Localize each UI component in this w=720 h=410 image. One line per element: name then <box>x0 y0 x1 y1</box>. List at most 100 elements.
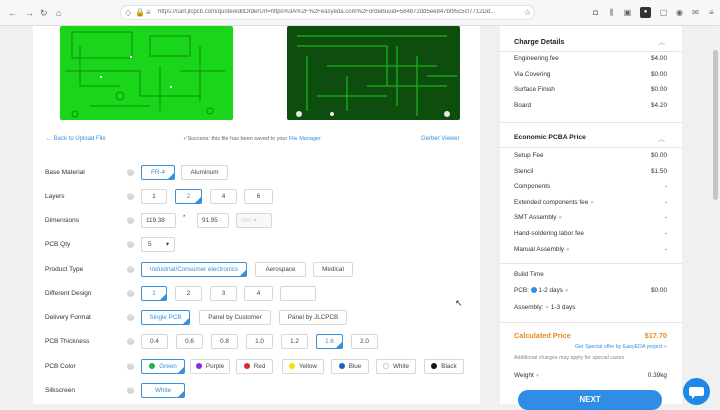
special-offer-link[interactable]: Get Special offer by EasyEDA project » <box>514 344 667 350</box>
help-icon[interactable]: ? <box>127 193 134 200</box>
charge-details-title[interactable]: Charge Details <box>514 37 564 46</box>
shield-icon[interactable]: ◇ <box>125 8 131 17</box>
help-icon[interactable]: ● <box>565 287 569 294</box>
product-type-medical[interactable]: Medical <box>313 262 353 277</box>
help-icon[interactable]: ? <box>127 387 134 394</box>
help-icon[interactable]: ● <box>566 246 570 253</box>
color-black[interactable]: Black <box>424 359 464 374</box>
thickness-1-2[interactable]: 1.2 <box>281 334 308 349</box>
help-icon[interactable]: ● <box>536 372 540 379</box>
assembly-build-time[interactable]: Assembly: ● 1-3 days <box>514 304 667 311</box>
help-icon[interactable]: ? <box>127 217 134 224</box>
base-material-label: Base Material <box>45 169 85 176</box>
design-custom-input[interactable] <box>280 286 316 301</box>
lock-icon[interactable]: 🔒 <box>135 8 145 17</box>
thickness-0-4[interactable]: 0.4 <box>141 334 168 349</box>
next-button[interactable]: NEXT <box>518 390 662 410</box>
help-icon[interactable]: ? <box>127 241 134 248</box>
dimension-unit-select[interactable]: mm ▾ <box>236 213 272 228</box>
chevron-up-icon[interactable]: ︿ <box>658 134 665 144</box>
divider <box>500 51 682 52</box>
menu-icon[interactable]: ≡ <box>706 7 717 18</box>
chat-button[interactable] <box>683 378 710 405</box>
design-3[interactable]: 3 <box>210 286 237 301</box>
thickness-0-6[interactable]: 0.6 <box>176 334 203 349</box>
url-text[interactable]: https://cart.jlcpcb.com/quote/editOrderU… <box>158 9 528 15</box>
thickness-1-6[interactable]: 1.6 <box>316 334 343 349</box>
design-2[interactable]: 2 <box>175 286 202 301</box>
thickness-1-0[interactable]: 1.0 <box>246 334 273 349</box>
base-material-fr4[interactable]: FR-4 <box>141 165 175 180</box>
file-manager-link[interactable]: File Manager <box>289 136 321 142</box>
account-icon[interactable]: ◉ <box>674 7 685 18</box>
help-icon[interactable]: ? <box>127 314 134 321</box>
base-material-aluminum[interactable]: Aluminum <box>181 165 228 180</box>
home-icon[interactable]: ⌂ <box>56 8 61 18</box>
white-swatch-icon <box>382 363 389 369</box>
delivery-single-pcb[interactable]: Single PCB <box>141 310 190 325</box>
divider <box>500 122 682 123</box>
help-icon[interactable]: ? <box>127 266 134 273</box>
silkscreen-white[interactable]: White <box>141 383 185 398</box>
pcb-qty-select[interactable]: 5 ▾ <box>141 237 175 252</box>
silkscreen-label: Silkscreen <box>45 387 75 394</box>
library-icon[interactable]: ⫼ <box>606 7 617 18</box>
product-type-aerospace[interactable]: Aerospace <box>255 262 306 277</box>
pcb-build-time[interactable]: PCB: 1-2 days ● $0.00 <box>514 287 667 294</box>
product-type-industrial[interactable]: Industrial/Consumer electronics <box>141 262 247 277</box>
bookmark-star-icon[interactable]: ☆ <box>522 7 533 18</box>
layers-1[interactable]: 1 <box>141 189 167 204</box>
color-green[interactable]: Green <box>141 359 185 374</box>
pcba-price-title[interactable]: Economic PCBA Price <box>514 134 586 141</box>
color-blue[interactable]: Blue <box>331 359 369 374</box>
thickness-0-8[interactable]: 0.8 <box>211 334 238 349</box>
pcb-color-label: PCB Color <box>45 363 76 370</box>
pcba-row: Manual Assembly ● - <box>514 246 667 253</box>
divider <box>500 263 682 264</box>
calculated-price-value: $17.70 <box>644 331 667 340</box>
back-arrow-icon[interactable]: ← <box>8 8 17 18</box>
color-red[interactable]: Red <box>236 359 273 374</box>
gerber-viewer-link[interactable]: Gerber Viewer <box>421 136 460 142</box>
delivery-format-label: Delivery Format <box>45 314 91 321</box>
reader-icon[interactable]: ▢ <box>658 7 669 18</box>
pcba-row: Hand-soldering labor fee - <box>514 230 667 237</box>
help-icon[interactable]: ? <box>127 338 134 345</box>
color-yellow[interactable]: Yellow <box>282 359 324 374</box>
help-icon[interactable]: ● <box>558 214 562 221</box>
dimension-width-input[interactable]: 119.38 <box>141 213 176 228</box>
thickness-2-0[interactable]: 2.0 <box>351 334 378 349</box>
scrollbar-thumb[interactable] <box>713 50 718 200</box>
pcb-bottom-preview[interactable] <box>287 26 460 120</box>
help-icon[interactable]: ? <box>127 363 134 370</box>
color-white[interactable]: White <box>376 359 416 374</box>
layers-2[interactable]: 2 <box>175 189 202 204</box>
calculated-price-label: Calculated Price <box>514 331 571 340</box>
help-icon[interactable]: ? <box>127 290 134 297</box>
help-icon[interactable]: ● <box>545 304 549 311</box>
chevron-up-icon[interactable]: ︿ <box>658 37 665 47</box>
delivery-panel-jlcpcb[interactable]: Panel by JLCPCB <box>279 310 347 325</box>
help-icon[interactable]: ? <box>127 169 134 176</box>
different-design-label: Different Design <box>45 290 92 297</box>
reload-icon[interactable]: ↻ <box>40 8 48 19</box>
pocket-icon[interactable]: ◘ <box>590 7 601 18</box>
mail-icon[interactable]: ✉ <box>690 7 701 18</box>
address-bar[interactable]: ◇ 🔒 ≡ https://cart.jlcpcb.com/quote/edit… <box>120 5 535 20</box>
dimension-height-input[interactable]: 91.95 <box>197 213 229 228</box>
forward-arrow-icon[interactable]: → <box>25 8 34 18</box>
delivery-panel-customer[interactable]: Panel by Customer <box>199 310 271 325</box>
color-purple[interactable]: Purple <box>190 359 230 374</box>
layers-6[interactable]: 6 <box>244 189 273 204</box>
sync-icon[interactable]: ▣ <box>622 7 633 18</box>
page-scrollbar[interactable] <box>711 26 720 404</box>
extension-icon[interactable]: ● <box>640 7 651 18</box>
charge-row: Surface Finish $0.00 <box>514 86 667 93</box>
back-to-upload-link[interactable]: ← Back to Upload File <box>46 136 106 142</box>
help-icon[interactable]: ● <box>590 199 594 206</box>
layers-4[interactable]: 4 <box>210 189 237 204</box>
design-1[interactable]: 1 <box>141 286 167 301</box>
pcb-top-preview[interactable] <box>60 26 233 120</box>
radio-selected-icon[interactable] <box>530 287 537 293</box>
design-4[interactable]: 4 <box>244 286 273 301</box>
